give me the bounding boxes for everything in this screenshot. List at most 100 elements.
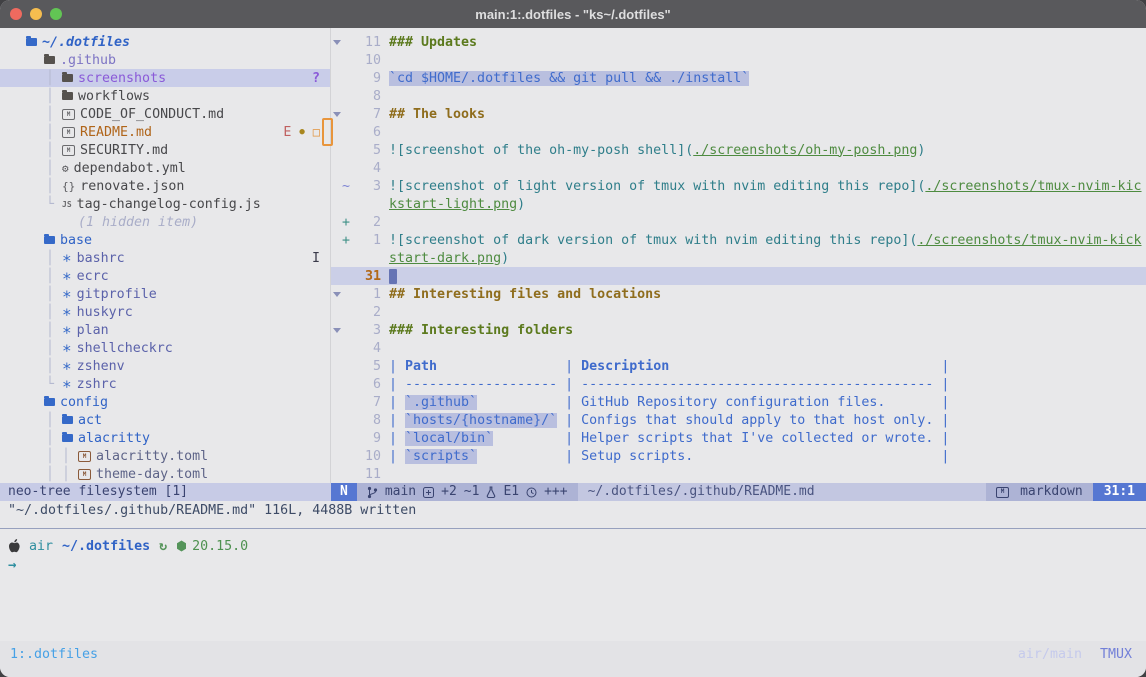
tree-item[interactable]: │ MCODE_OF_CONDUCT.md (0, 105, 330, 123)
editor-line[interactable]: 1 ## Interesting files and locations (331, 285, 1146, 303)
editor-line[interactable]: 7| `.github` | GitHub Repository configu… (331, 393, 1146, 411)
code-segment: ## Interesting files and locations (389, 287, 661, 302)
tree-item[interactable]: (1 hidden item) (0, 213, 330, 231)
fold-column (331, 292, 342, 297)
folder-icon (62, 92, 73, 100)
tree-item[interactable]: │ MREADME.mdE●□ (0, 123, 330, 141)
tree-item-label: bashrc (77, 251, 125, 266)
tree-item[interactable]: └ *zshrc (0, 375, 330, 393)
editor-line[interactable]: 5![screenshot of the oh-my-posh shell](.… (331, 141, 1146, 159)
git-sign (342, 341, 354, 356)
editor-line[interactable]: 6| ------------------- | ---------------… (331, 375, 1146, 393)
tree-item[interactable]: │ │ Mtheme-day.toml (0, 465, 330, 483)
code-segment: ### Updates (389, 35, 477, 50)
editor-line[interactable]: 5| Path | Description | (331, 357, 1146, 375)
gear-icon: ⚙ (62, 162, 69, 175)
git-sign: + (342, 233, 354, 248)
tree-item[interactable]: │ *bashrcI (0, 249, 330, 267)
tree-guide: │ (46, 431, 62, 446)
tree-item-badges: I (312, 251, 330, 266)
status-badge: E (283, 125, 291, 140)
tree-item[interactable]: │ ⚙dependabot.yml (0, 159, 330, 177)
tree-item[interactable]: │ *shellcheckrc (0, 339, 330, 357)
code-segment: start-dark.png (389, 251, 501, 266)
tree-item[interactable]: │ {}renovate.json (0, 177, 330, 195)
code-segment: ### Interesting folders (389, 323, 573, 338)
code-segment: ![screenshot of the oh-my-posh shell]( (389, 143, 693, 158)
tree-item[interactable]: │ *ecrc (0, 267, 330, 285)
tree-item[interactable]: .github (0, 51, 330, 69)
tree-item[interactable]: │ act (0, 411, 330, 429)
editor-line[interactable]: kstart-light.png) (331, 195, 1146, 213)
editor-line[interactable]: 9| `local/bin` | Helper scripts that I'v… (331, 429, 1146, 447)
status-badge: I (312, 251, 320, 266)
tmux-window-item[interactable]: 1:.dotfiles (10, 647, 98, 662)
tree-item[interactable]: config (0, 393, 330, 411)
code-segment: ) (517, 197, 525, 212)
tree-item-label: renovate.json (80, 179, 184, 194)
tree-item[interactable]: │ screenshots? (0, 69, 330, 87)
tree-item-label: zshenv (77, 359, 125, 374)
editor-line[interactable]: 2 (331, 303, 1146, 321)
tmux-label: TMUX (1100, 647, 1132, 662)
editor-line[interactable]: start-dark.png) (331, 249, 1146, 267)
git-sign (342, 35, 354, 50)
tree-item-label: alacritty (78, 431, 150, 446)
code-segment: | (389, 413, 405, 428)
fold-chevron-icon (333, 292, 341, 297)
code-segment: `.github` (405, 395, 477, 410)
code-segment: | (389, 449, 405, 464)
editor-line[interactable]: 7## The looks (331, 105, 1146, 123)
editor-line[interactable]: 8 (331, 87, 1146, 105)
tree-item[interactable]: │ *gitprofile (0, 285, 330, 303)
tree-item[interactable]: ~/.dotfiles (0, 33, 330, 51)
editor-line[interactable]: ~3![screenshot of light version of tmux … (331, 177, 1146, 195)
tree-item[interactable]: └ JStag-changelog-config.js (0, 195, 330, 213)
fold-chevron-icon (333, 40, 341, 45)
editor-line[interactable]: +2 (331, 213, 1146, 231)
line-number: 5 (354, 359, 381, 374)
scrollbar-mark (322, 118, 333, 146)
tree-item-label: base (60, 233, 92, 248)
editor-line[interactable]: +1![screenshot of dark version of tmux w… (331, 231, 1146, 249)
tree-item[interactable]: │ alacritty (0, 429, 330, 447)
tree-item[interactable]: │ *zshenv (0, 357, 330, 375)
markdown-file-icon: M (62, 109, 75, 120)
line-number: 1 (354, 287, 381, 302)
terminal-window: main:1:.dotfiles - "ks~/.dotfiles" ~/.do… (0, 0, 1146, 677)
editor-line[interactable]: 11 (331, 465, 1146, 483)
tree-item[interactable]: │ workflows (0, 87, 330, 105)
tree-item[interactable]: │ *plan (0, 321, 330, 339)
tree-item[interactable]: base (0, 231, 330, 249)
git-sign (342, 395, 354, 410)
code-segment: ![screenshot of dark version of tmux wit… (389, 233, 917, 248)
dotfile-icon: * (62, 377, 72, 396)
close-button[interactable] (10, 8, 22, 20)
tree-item[interactable]: │ │ Malacritty.toml (0, 447, 330, 465)
tree-item[interactable]: │ *huskyrc (0, 303, 330, 321)
tree-item-label: ecrc (77, 269, 109, 284)
editor-line[interactable]: 11### Updates (331, 33, 1146, 51)
code-segment: ) (501, 251, 509, 266)
fold-column (331, 40, 342, 45)
editor-line[interactable]: 6 (331, 123, 1146, 141)
fold-chevron-icon (333, 328, 341, 333)
editor-line[interactable]: 10| `scripts` | Setup scripts. | (331, 447, 1146, 465)
line-number: 9 (354, 431, 381, 446)
editor-line[interactable]: 10 (331, 51, 1146, 69)
editor-line[interactable]: 8| `hosts/{hostname}/` | Configs that sh… (331, 411, 1146, 429)
tree-item[interactable]: │ MSECURITY.md (0, 141, 330, 159)
editor-line[interactable]: 4 (331, 159, 1146, 177)
git-sign (342, 431, 354, 446)
minimize-button[interactable] (30, 8, 42, 20)
diff-icon (423, 487, 434, 498)
json-icon: {} (62, 180, 75, 193)
editor-line[interactable]: 4 (331, 339, 1146, 357)
tree-guide: │ (46, 125, 62, 140)
editor-line[interactable]: 3### Interesting folders (331, 321, 1146, 339)
code-segment: | Setup scripts. | (477, 449, 949, 464)
tmux-pane-divider[interactable] (0, 521, 1146, 529)
editor-line[interactable]: 9`cd $HOME/.dotfiles && git pull && ./in… (331, 69, 1146, 87)
zoom-button[interactable] (50, 8, 62, 20)
editor-line[interactable]: 31 (331, 267, 1146, 285)
